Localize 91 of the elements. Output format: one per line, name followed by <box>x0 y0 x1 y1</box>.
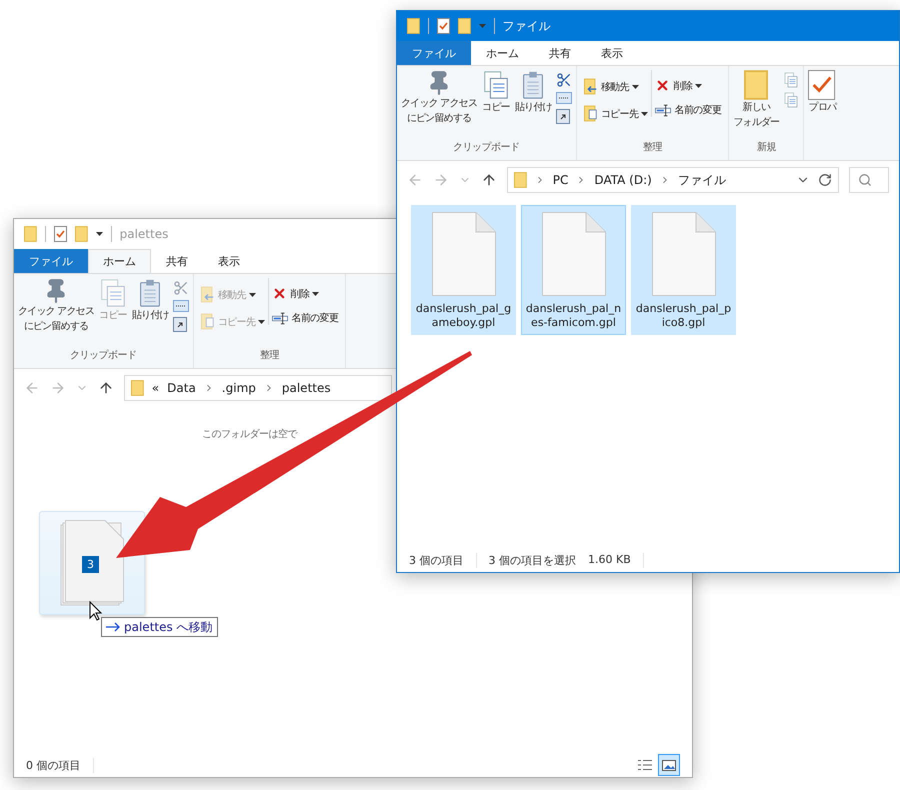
status-text: 3 個の項目 <box>409 552 464 568</box>
group-label: クリップボード <box>69 348 138 363</box>
file-icon <box>652 212 716 296</box>
folder-icon <box>744 70 768 100</box>
ribbon-tab[interactable]: ファイル <box>397 41 471 65</box>
large-icons-view-button[interactable] <box>658 754 680 776</box>
group-label: クリップボード <box>452 140 521 155</box>
arrow-right-icon <box>106 622 120 632</box>
up-icon[interactable] <box>98 380 114 396</box>
file-icon <box>432 212 496 296</box>
caret-icon <box>258 320 266 324</box>
easy-access-icon <box>783 92 800 108</box>
new-item-icon <box>783 72 800 88</box>
paste-button[interactable]: 貼り付け <box>132 278 169 323</box>
ribbon-command[interactable]: 名前の変更 <box>272 311 338 325</box>
ribbon-command[interactable]: 削除 <box>655 78 722 93</box>
rename-icon <box>272 312 288 324</box>
copy-path-icon[interactable] <box>172 300 189 312</box>
delete-icon <box>655 78 670 93</box>
picture-icon <box>662 760 676 770</box>
paste-button[interactable]: 貼り付け <box>514 70 552 115</box>
delete-icon <box>272 286 288 301</box>
file-item[interactable]: danslerush_pal_p ico8.gpl <box>631 205 736 335</box>
search-icon <box>858 173 872 187</box>
caret-icon <box>478 24 486 28</box>
list-icon <box>638 759 652 771</box>
copy-path-icon[interactable] <box>556 92 572 104</box>
paste-shortcut-icon[interactable] <box>556 108 570 124</box>
new-folder-button[interactable]: 新しい フォルダー <box>733 70 780 130</box>
path-segment[interactable]: palettes <box>282 381 331 395</box>
file-item[interactable]: danslerush_pal_n es-famicom.gpl <box>521 205 626 335</box>
address-bar[interactable]: « Data .gimp palettes <box>124 375 392 401</box>
file-stack-icon <box>60 520 124 606</box>
cut-icon[interactable] <box>556 72 572 88</box>
path-segment[interactable]: ファイル <box>678 172 726 188</box>
folder-copy-icon <box>200 313 215 330</box>
pin-to-quick-access-button[interactable]: クイック アクセス にピン留めする <box>18 278 94 334</box>
path-segment[interactable]: .gimp <box>222 381 256 395</box>
empty-folder-message: このフォルダーは空で <box>201 428 298 441</box>
checkmark-document-icon <box>808 70 836 100</box>
checkmark-document-icon[interactable] <box>54 226 67 242</box>
caret-icon <box>695 84 702 88</box>
ribbon-tab[interactable]: ホーム <box>471 41 534 65</box>
ribbon-tab[interactable]: 表示 <box>586 41 638 65</box>
file-item[interactable]: danslerush_pal_g ameboy.gpl <box>411 205 516 335</box>
folder-icon <box>131 380 144 396</box>
ribbon-command[interactable]: 移動先 <box>584 78 648 95</box>
file-icon <box>542 212 606 296</box>
refresh-icon[interactable] <box>818 173 832 187</box>
folder-icon <box>24 226 37 242</box>
caret-icon <box>641 112 648 116</box>
window-title: palettes <box>120 227 168 241</box>
group-label: 整理 <box>642 141 664 155</box>
checkmark-document-icon[interactable] <box>436 18 450 34</box>
folder-icon <box>514 172 527 188</box>
window-title: ファイル <box>502 18 551 34</box>
folder-icon <box>458 18 471 34</box>
properties-button[interactable]: プロパ <box>808 70 836 115</box>
ribbon-command[interactable]: 削除 <box>272 286 338 301</box>
ribbon-tab[interactable]: 共有 <box>151 249 203 273</box>
group-label: 新規 <box>756 140 777 155</box>
status-text: 0 個の項目 <box>26 758 80 772</box>
path-overflow[interactable]: « <box>152 381 160 395</box>
paste-shortcut-icon[interactable] <box>172 316 187 332</box>
rename-icon <box>655 104 672 116</box>
up-icon[interactable] <box>481 172 497 188</box>
caret-icon <box>312 292 320 296</box>
copy-button[interactable]: コピー <box>480 70 511 115</box>
ribbon-tab[interactable]: 表示 <box>203 249 255 273</box>
caret-icon <box>632 84 639 88</box>
address-bar[interactable]: PC DATA (D:) ファイル <box>507 167 839 193</box>
folder-icon <box>407 18 420 34</box>
path-segment[interactable]: Data <box>167 381 196 395</box>
ribbon-tab[interactable]: ファイル <box>14 249 88 273</box>
status-text: 3 個の項目を選択 <box>488 552 576 568</box>
ribbon-command[interactable]: 名前の変更 <box>655 103 722 117</box>
ribbon-tab[interactable]: ホーム <box>88 249 151 273</box>
status-text: 1.60 KB <box>588 552 631 568</box>
tooltip-text: palettes へ移動 <box>124 618 213 636</box>
search-field[interactable] <box>849 167 889 193</box>
caret-icon <box>249 292 256 296</box>
folder-copy-icon <box>584 105 598 122</box>
pin-to-quick-access-button[interactable]: クイック アクセス にピン留めする <box>401 70 477 126</box>
folder-icon <box>74 226 88 242</box>
item-count-badge: 3 <box>82 556 99 573</box>
path-segment[interactable]: DATA (D:) <box>594 173 652 187</box>
caret-icon <box>96 232 103 236</box>
ribbon-tab[interactable]: 共有 <box>534 41 586 65</box>
path-segment[interactable]: PC <box>552 173 568 187</box>
ribbon-command[interactable]: コピー先 <box>584 105 648 122</box>
group-label: 整理 <box>259 349 280 363</box>
